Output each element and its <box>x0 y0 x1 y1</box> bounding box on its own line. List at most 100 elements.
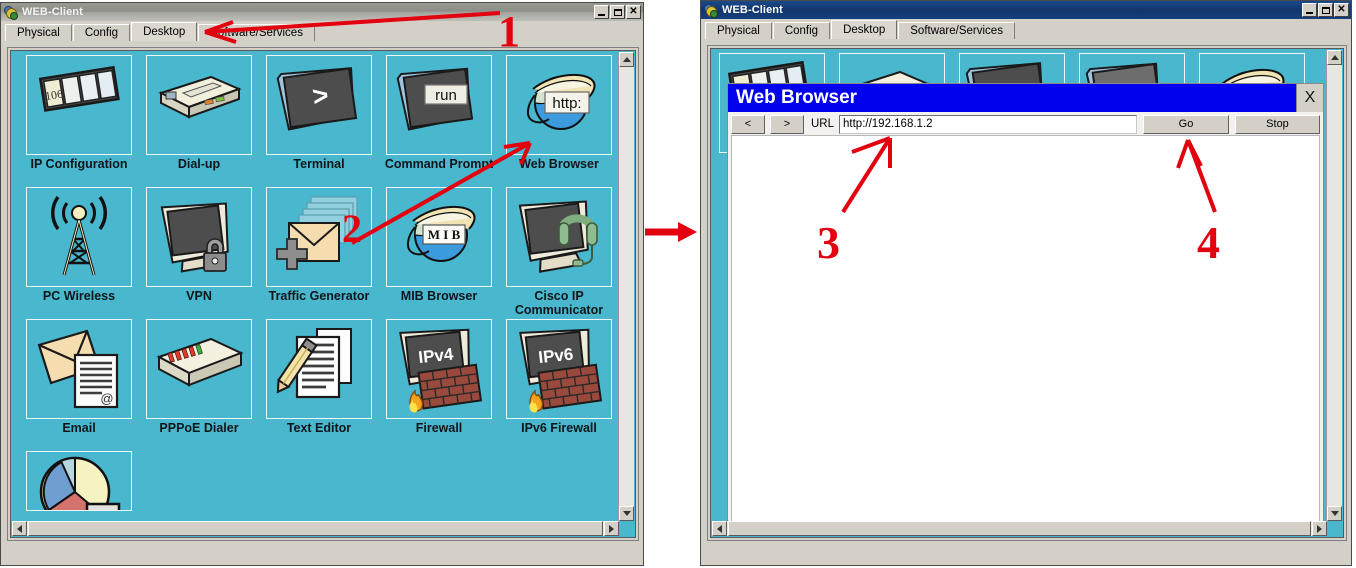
tab-physical[interactable]: Physical <box>705 22 772 39</box>
go-button[interactable]: Go <box>1143 114 1229 134</box>
scroll-down-arrow-icon[interactable] <box>619 506 634 521</box>
left-device-window: WEB-Client ✕ Physical Config Desktop Sof… <box>0 2 644 566</box>
scroll-left-arrow-icon[interactable] <box>12 521 27 536</box>
desktop-item-label: Dial-up <box>177 157 221 171</box>
right-pane-vertical-scrollbar[interactable] <box>1326 50 1342 521</box>
scroll-up-arrow-icon[interactable] <box>1327 50 1342 65</box>
horizontal-scroll-thumb[interactable] <box>28 521 603 536</box>
command-prompt-glyph: run <box>435 87 457 104</box>
mib-glyph: M I B <box>428 227 461 242</box>
desktop-item-email[interactable]: @ Email <box>19 319 139 451</box>
desktop-item-label: IP Configuration <box>30 157 128 171</box>
ip-configuration-icon: 106 <box>38 65 120 112</box>
minimize-button[interactable] <box>594 5 609 19</box>
command-prompt-icon: run <box>396 67 474 131</box>
tab-software-services[interactable]: Software/Services <box>198 24 315 41</box>
stop-button[interactable]: Stop <box>1235 114 1320 134</box>
tab-config[interactable]: Config <box>72 24 131 41</box>
forward-button[interactable]: > <box>770 114 804 134</box>
web-browser-page-content <box>731 135 1320 523</box>
right-desktop-pane: Web Browser X < > URL http://192.168.1.2… <box>707 45 1347 541</box>
desktop-item-terminal[interactable]: > Terminal <box>259 55 379 187</box>
desktop-item-web-browser[interactable]: http: Web Browser <box>499 55 619 187</box>
horizontal-scroll-thumb[interactable] <box>728 521 1311 536</box>
scroll-up-arrow-icon[interactable] <box>619 52 634 67</box>
url-input[interactable]: http://192.168.1.2 <box>839 114 1137 134</box>
close-icon: ✕ <box>1337 4 1346 15</box>
left-pane-horizontal-scrollbar[interactable] <box>12 521 619 536</box>
desktop-item-ipv6-firewall[interactable]: IPv6 IPv6 Firewall <box>499 319 619 451</box>
screenshot-stage: WEB-Client ✕ Physical Config Desktop Sof… <box>0 0 1356 568</box>
web-browser-glyph: http: <box>552 95 581 112</box>
firewall-version-glyph: IPv6 <box>537 345 574 368</box>
annotation-number-3: 3 <box>817 217 840 268</box>
scroll-right-arrow-icon[interactable] <box>1312 521 1327 536</box>
maximize-button[interactable] <box>610 5 625 19</box>
right-tabstrip: Physical Config Desktop Software/Service… <box>701 19 1351 39</box>
desktop-item-label: Cisco IP Communicator <box>514 289 604 317</box>
desktop-item-label: Terminal <box>293 157 345 171</box>
scroll-left-arrow-icon[interactable] <box>712 521 727 536</box>
right-window-titlebar[interactable]: WEB-Client ✕ <box>701 1 1351 19</box>
left-window-titlebar[interactable]: WEB-Client ✕ <box>1 3 643 21</box>
maximize-button[interactable] <box>1318 3 1333 17</box>
desktop-item-label: IPv6 Firewall <box>521 421 597 435</box>
mib-browser-icon: M I B <box>407 205 476 262</box>
desktop-item-label: Command Prompt <box>384 157 494 171</box>
annotation-number-1: 1 <box>498 7 520 56</box>
cisco-ip-communicator-icon <box>518 200 598 273</box>
pppoe-dialer-icon <box>156 337 244 387</box>
tab-desktop[interactable]: Desktop <box>131 22 198 41</box>
left-desktop-pane: 106 IP Configuration Dial-up > Terminal … <box>7 47 639 541</box>
right-window-controls: ✕ <box>1302 3 1349 17</box>
left-pane-vertical-scrollbar[interactable] <box>618 52 634 521</box>
scroll-right-arrow-icon[interactable] <box>604 521 619 536</box>
desktop-item-label: MIB Browser <box>400 289 478 303</box>
tab-desktop[interactable]: Desktop <box>831 20 898 39</box>
desktop-item-label: PC Wireless <box>42 289 116 303</box>
desktop-item-label: Traffic Generator <box>268 289 370 303</box>
url-label: URL <box>811 118 835 130</box>
minimize-button[interactable] <box>1302 3 1317 17</box>
desktop-item-vpn[interactable]: VPN <box>139 187 259 319</box>
desktop-item-label: Text Editor <box>286 421 352 435</box>
desktop-item-cisco-ip-communicator[interactable]: Cisco IP Communicator <box>499 187 619 319</box>
left-desktop-surface: 106 IP Configuration Dial-up > Terminal … <box>10 50 636 538</box>
right-device-window: WEB-Client ✕ Physical Config Desktop Sof… <box>700 0 1352 566</box>
svg-text:@: @ <box>100 391 113 406</box>
web-browser-icon: http: <box>527 73 596 130</box>
desktop-item-firewall[interactable]: IPv4 Firewall <box>379 319 499 451</box>
close-button[interactable]: ✕ <box>1334 3 1349 17</box>
desktop-item-mib-browser[interactable]: M I B MIB Browser <box>379 187 499 319</box>
right-pane-horizontal-scrollbar[interactable] <box>712 521 1327 536</box>
desktop-item-dial-up[interactable]: Dial-up <box>139 55 259 187</box>
vpn-lock-icon <box>160 202 229 273</box>
right-window-title: WEB-Client <box>722 4 783 16</box>
scroll-down-arrow-icon[interactable] <box>1327 506 1342 521</box>
ip-config-badge: 106 <box>44 87 64 104</box>
desktop-item-label: PPPoE Dialer <box>159 421 239 435</box>
left-window-controls: ✕ <box>594 5 641 19</box>
terminal-icon: > <box>276 67 358 131</box>
web-browser-close-button[interactable]: X <box>1296 84 1323 112</box>
right-desktop-surface: Web Browser X < > URL http://192.168.1.2… <box>710 48 1344 538</box>
tab-config[interactable]: Config <box>772 22 831 39</box>
left-tabstrip: Physical Config Desktop Software/Service… <box>1 21 643 41</box>
tab-physical[interactable]: Physical <box>5 24 72 41</box>
close-button[interactable]: ✕ <box>626 5 641 19</box>
firewall-icon: IPv4 <box>399 328 483 413</box>
annotation-number-2: 2 <box>342 206 362 251</box>
desktop-item-pc-wireless[interactable]: PC Wireless <box>19 187 139 319</box>
text-editor-icon <box>276 328 352 399</box>
desktop-item-command-prompt[interactable]: run Command Prompt <box>379 55 499 187</box>
desktop-item-label: Web Browser <box>519 157 599 171</box>
web-browser-titlebar[interactable]: Web Browser X <box>728 84 1323 112</box>
desktop-item-pppoe-dialer[interactable]: PPPoE Dialer <box>139 319 259 451</box>
back-button[interactable]: < <box>731 114 765 134</box>
desktop-item-label: VPN <box>186 289 212 303</box>
ipv6-firewall-icon: IPv6 <box>519 328 603 413</box>
tab-software-services[interactable]: Software/Services <box>898 22 1015 39</box>
desktop-item-ip-configuration[interactable]: 106 IP Configuration <box>19 55 139 187</box>
packet-tracer-logo-icon <box>4 5 18 20</box>
desktop-item-text-editor[interactable]: Text Editor <box>259 319 379 451</box>
